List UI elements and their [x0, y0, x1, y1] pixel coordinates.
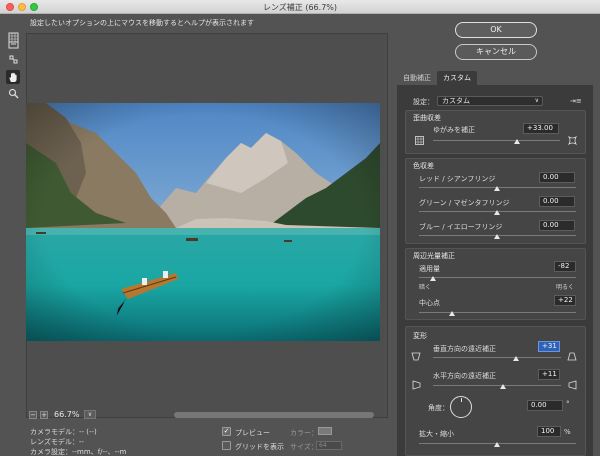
- angle-dial[interactable]: [450, 396, 472, 418]
- vignette-amount-field[interactable]: -82: [554, 261, 576, 272]
- zoom-tool-icon[interactable]: [6, 86, 20, 100]
- tab-auto-correction[interactable]: 自動補正: [397, 71, 437, 85]
- preview-photo[interactable]: [26, 103, 380, 341]
- scale-slider-thumb[interactable]: [494, 442, 500, 447]
- red-cyan-label: レッド / シアンフリンジ: [419, 175, 496, 183]
- distortion-title: 歪曲収差: [413, 114, 441, 122]
- green-magenta-field[interactable]: 0.00: [539, 196, 575, 207]
- midpoint-slider[interactable]: [419, 312, 576, 313]
- straighten-tool-icon[interactable]: [6, 38, 20, 52]
- zoom-bar: − + 66.7% ∨: [26, 409, 388, 421]
- show-grid-checkbox[interactable]: [222, 441, 231, 450]
- vignette-amount-slider-thumb[interactable]: [430, 276, 436, 281]
- vertical-perspective-left-icon: [411, 352, 421, 363]
- ok-button[interactable]: OK: [455, 22, 537, 38]
- vertical-perspective-field[interactable]: +31: [538, 341, 560, 352]
- settings-label: 設定：: [413, 98, 434, 106]
- tab-custom[interactable]: カスタム: [437, 71, 477, 85]
- settings-value: カスタム: [442, 97, 470, 105]
- horizontal-perspective-left-icon: [412, 380, 421, 392]
- grid-color-label: カラー：: [290, 429, 318, 437]
- grid-size-field[interactable]: 64: [316, 441, 342, 450]
- settings-menu-icon[interactable]: ⇥≡: [570, 97, 582, 105]
- red-cyan-field[interactable]: 0.00: [539, 172, 575, 183]
- angle-label: 角度：: [428, 404, 449, 412]
- horizontal-perspective-slider[interactable]: [433, 385, 561, 386]
- correction-tabs: 自動補正 カスタム: [397, 71, 593, 85]
- chevron-down-icon: ∨: [534, 97, 539, 104]
- angle-unit: °: [566, 400, 570, 408]
- remove-distortion-label: ゆがみを補正: [433, 126, 475, 134]
- horizontal-perspective-slider-thumb[interactable]: [500, 384, 506, 389]
- darken-label: 暗く: [419, 284, 432, 291]
- lighten-label: 明るく: [556, 284, 575, 291]
- blue-yellow-label: ブルー / イエローフリンジ: [419, 223, 503, 231]
- show-grid-label: グリッドを表示: [235, 443, 284, 451]
- zoom-in-button[interactable]: +: [40, 411, 48, 419]
- camera-model: カメラモデル：-- (--): [30, 428, 97, 436]
- preview-label: プレビュー: [235, 429, 270, 437]
- zoom-dropdown[interactable]: ∨: [84, 410, 96, 419]
- remove-distortion-field[interactable]: +33.00: [523, 123, 559, 134]
- camera-settings: カメラ設定：--mm、f/--、--m: [30, 448, 127, 456]
- blue-yellow-field[interactable]: 0.00: [539, 220, 575, 231]
- scale-field[interactable]: 100: [537, 426, 561, 437]
- title-bar: レンズ補正 (66.7%): [0, 0, 600, 14]
- horizontal-perspective-right-icon: [568, 380, 577, 392]
- horizontal-perspective-field[interactable]: +11: [538, 369, 560, 380]
- window-title: レンズ補正 (66.7%): [262, 3, 338, 12]
- distortion-slider-thumb[interactable]: [514, 139, 520, 144]
- midpoint-label: 中心点: [419, 299, 440, 307]
- midpoint-slider-thumb[interactable]: [449, 311, 455, 316]
- vignette-amount-label: 適用量: [419, 265, 440, 273]
- distortion-slider[interactable]: [433, 140, 560, 141]
- vertical-perspective-label: 垂直方向の遠近補正: [433, 345, 496, 353]
- red-cyan-slider-thumb[interactable]: [494, 186, 500, 191]
- grid-color-swatch[interactable]: [318, 427, 332, 435]
- midpoint-field[interactable]: +22: [554, 295, 576, 306]
- grid-size-label: サイズ：: [290, 443, 318, 451]
- vertical-perspective-right-icon: [567, 352, 577, 363]
- green-magenta-slider-thumb[interactable]: [494, 210, 500, 215]
- transform-title: 変形: [413, 332, 427, 340]
- blue-yellow-slider-thumb[interactable]: [494, 234, 500, 239]
- chromatic-title: 色収差: [413, 162, 434, 170]
- scale-label: 拡大・縮小: [419, 430, 454, 438]
- help-hint: 設定したいオプションの上にマウスを移動するとヘルプが表示されます: [30, 19, 254, 27]
- green-magenta-label: グリーン / マゼンタフリンジ: [419, 199, 510, 207]
- horizontal-perspective-label: 水平方向の遠近補正: [433, 372, 496, 380]
- zoom-out-button[interactable]: −: [29, 411, 37, 419]
- vertical-perspective-slider-thumb[interactable]: [513, 356, 519, 361]
- vignette-title: 周辺光量補正: [413, 252, 455, 260]
- settings-dropdown[interactable]: カスタム ∨: [437, 96, 543, 106]
- pincushion-icon: [415, 136, 424, 147]
- lens-model: レンズモデル：--: [30, 438, 84, 446]
- barrel-icon: [567, 135, 578, 147]
- angle-field[interactable]: 0.00: [527, 400, 563, 411]
- hand-tool-icon[interactable]: [6, 70, 20, 84]
- scale-unit: %: [564, 428, 571, 436]
- horizontal-scrollbar[interactable]: [174, 412, 374, 418]
- vertical-perspective-slider[interactable]: [433, 357, 561, 358]
- zoom-level: 66.7%: [54, 410, 80, 419]
- move-grid-tool-icon[interactable]: [6, 52, 20, 66]
- preview-checkbox[interactable]: ✓: [222, 427, 231, 436]
- cancel-button[interactable]: キャンセル: [455, 44, 537, 60]
- vignette-amount-slider[interactable]: [419, 277, 576, 278]
